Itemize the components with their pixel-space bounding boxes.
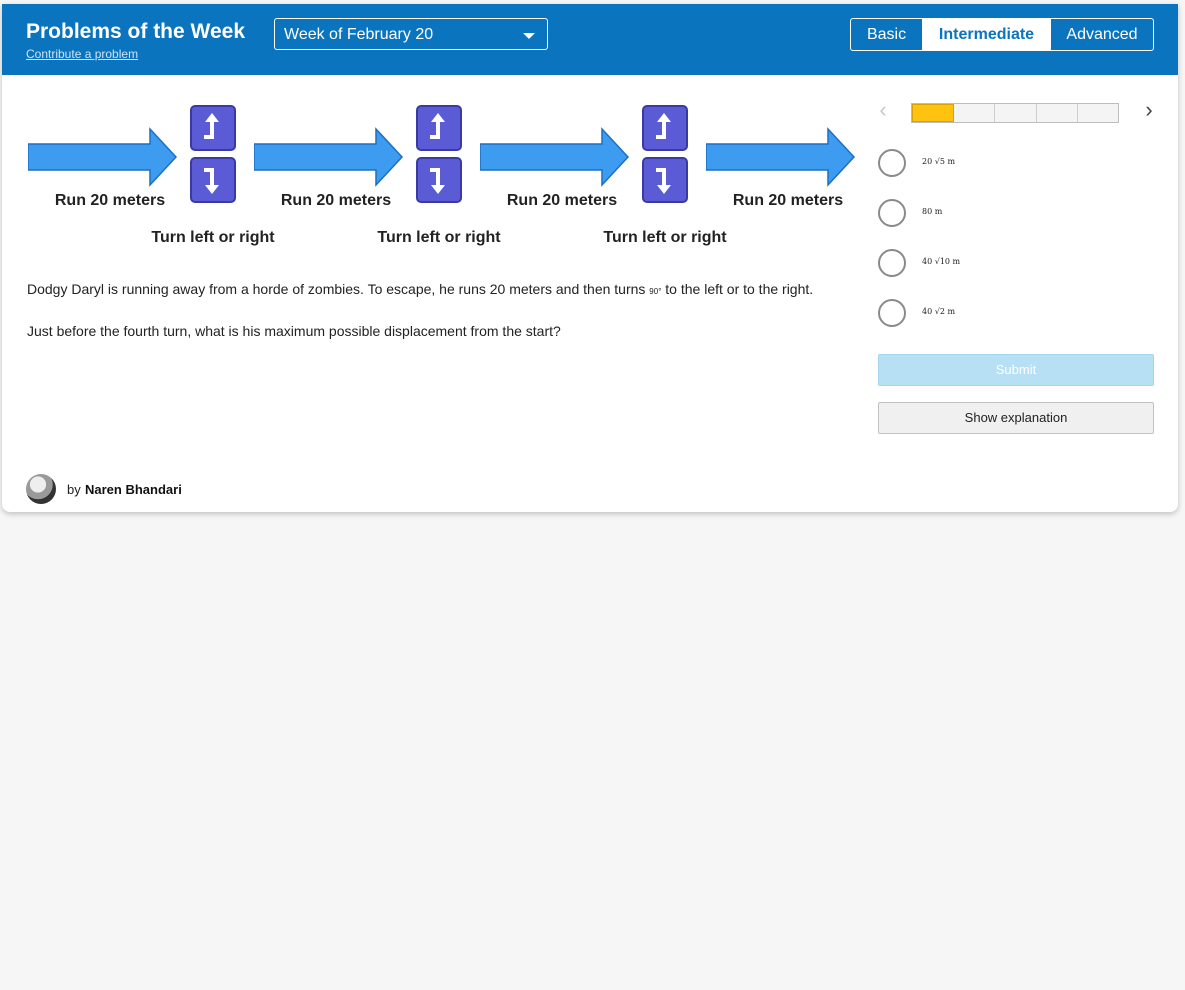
level-advanced-button[interactable]: Advanced xyxy=(1051,19,1153,50)
level-intermediate-button[interactable]: Intermediate xyxy=(923,19,1051,50)
header-bar: Problems of the Week Contribute a proble… xyxy=(2,4,1178,75)
answer-option[interactable]: 80 m xyxy=(878,199,1158,229)
turn-label: Turn left or right xyxy=(377,229,501,246)
progress-segment[interactable] xyxy=(1036,104,1078,122)
progress-segment[interactable] xyxy=(954,104,996,122)
problem-card: Problems of the Week Contribute a proble… xyxy=(2,4,1178,512)
turn-label: Turn left or right xyxy=(151,229,275,246)
turn-down-right-icon xyxy=(642,157,688,203)
radio-button[interactable] xyxy=(878,199,906,227)
answer-label: 80 m xyxy=(922,207,943,216)
turn-label: Turn left or right xyxy=(603,229,727,246)
answer-option[interactable]: 40 √10 m xyxy=(878,249,1158,279)
turn-down-right-icon xyxy=(190,157,236,203)
difficulty-toggle: Basic Intermediate Advanced xyxy=(850,18,1154,51)
run-label: Run 20 meters xyxy=(506,192,618,209)
progress-segment[interactable] xyxy=(912,104,955,122)
radio-button[interactable] xyxy=(878,249,906,277)
turn-up-right-icon xyxy=(416,105,462,151)
run-label: Run 20 meters xyxy=(280,192,392,209)
radio-button[interactable] xyxy=(878,299,906,327)
problem-progress xyxy=(911,103,1119,123)
week-select-value: Week of February 20 xyxy=(284,26,434,43)
right-arrow-icon xyxy=(254,127,404,187)
turn-down-right-icon xyxy=(416,157,462,203)
right-arrow-icon xyxy=(706,127,856,187)
week-select[interactable]: Week of February 20 xyxy=(274,18,548,50)
question-text-part: to the left or to the right. xyxy=(661,281,814,297)
question-text: Dodgy Daryl is running away from a horde… xyxy=(27,281,867,297)
answer-option[interactable]: 40 √2 m xyxy=(878,299,1158,329)
problem-diagram: Run 20 meters Run 20 meters Run 20 meter… xyxy=(2,75,862,265)
answer-option[interactable]: 20 √5 m xyxy=(878,149,1158,179)
level-basic-button[interactable]: Basic xyxy=(851,19,923,50)
question-text-part: Dodgy Daryl is running away from a horde… xyxy=(27,281,650,297)
progress-segment[interactable] xyxy=(995,104,1037,122)
radio-button[interactable] xyxy=(878,149,906,177)
turn-up-right-icon xyxy=(190,105,236,151)
question-prompt: Just before the fourth turn, what is his… xyxy=(27,323,561,339)
chevron-down-icon xyxy=(523,33,535,39)
answer-label: 20 √5 m xyxy=(922,157,956,166)
chevron-left-icon[interactable]: ‹ xyxy=(872,99,894,122)
answer-label: 40 √2 m xyxy=(922,307,956,316)
run-label: Run 20 meters xyxy=(54,192,166,209)
turn-up-right-icon xyxy=(642,105,688,151)
submit-button[interactable]: Submit xyxy=(878,354,1154,386)
chevron-right-icon[interactable]: › xyxy=(1138,99,1160,122)
right-arrow-icon xyxy=(480,127,630,187)
author-by: by xyxy=(67,482,81,497)
avatar xyxy=(26,474,56,504)
page-title: Problems of the Week xyxy=(26,20,246,43)
contribute-link[interactable]: Contribute a problem xyxy=(26,47,138,61)
question-angle: 90° xyxy=(649,287,662,296)
author-name[interactable]: Naren Bhandari xyxy=(85,482,182,497)
run-label: Run 20 meters xyxy=(732,192,844,209)
progress-segment[interactable] xyxy=(1077,104,1119,122)
show-explanation-button[interactable]: Show explanation xyxy=(878,402,1154,434)
right-arrow-icon xyxy=(28,127,178,187)
answer-label: 40 √10 m xyxy=(922,257,961,266)
